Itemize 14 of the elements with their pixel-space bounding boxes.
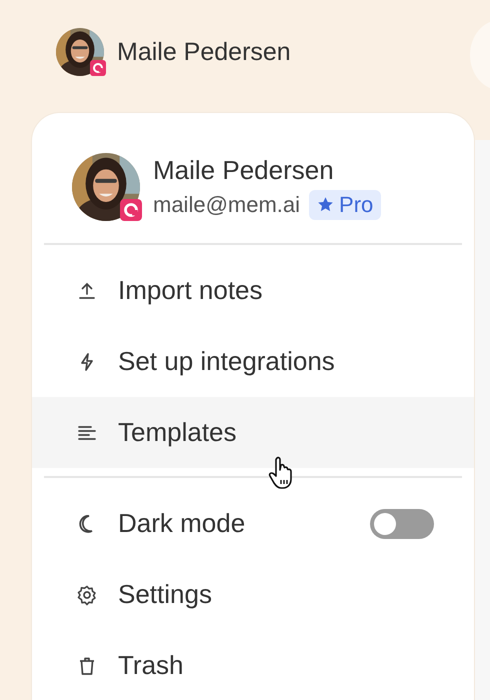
menu-item[interactable]: Set up integrations (32, 326, 474, 397)
menu-item[interactable]: Dark mode (32, 488, 474, 559)
menu-item[interactable]: Import notes (32, 255, 474, 326)
toggle-switch[interactable] (370, 508, 434, 538)
email-text: maile@mem.ai (153, 192, 300, 218)
profile-name: Maile Pedersen (153, 154, 335, 186)
menu-item[interactable]: Settings (32, 559, 474, 630)
badge-icon (120, 199, 142, 221)
star-icon (317, 196, 334, 213)
settings-icon (76, 584, 98, 606)
user-name[interactable]: Maile Pedersen (117, 38, 291, 66)
badge-icon (90, 60, 106, 76)
pro-badge: Pro (309, 190, 382, 220)
menu-item[interactable]: Trash (32, 630, 474, 700)
